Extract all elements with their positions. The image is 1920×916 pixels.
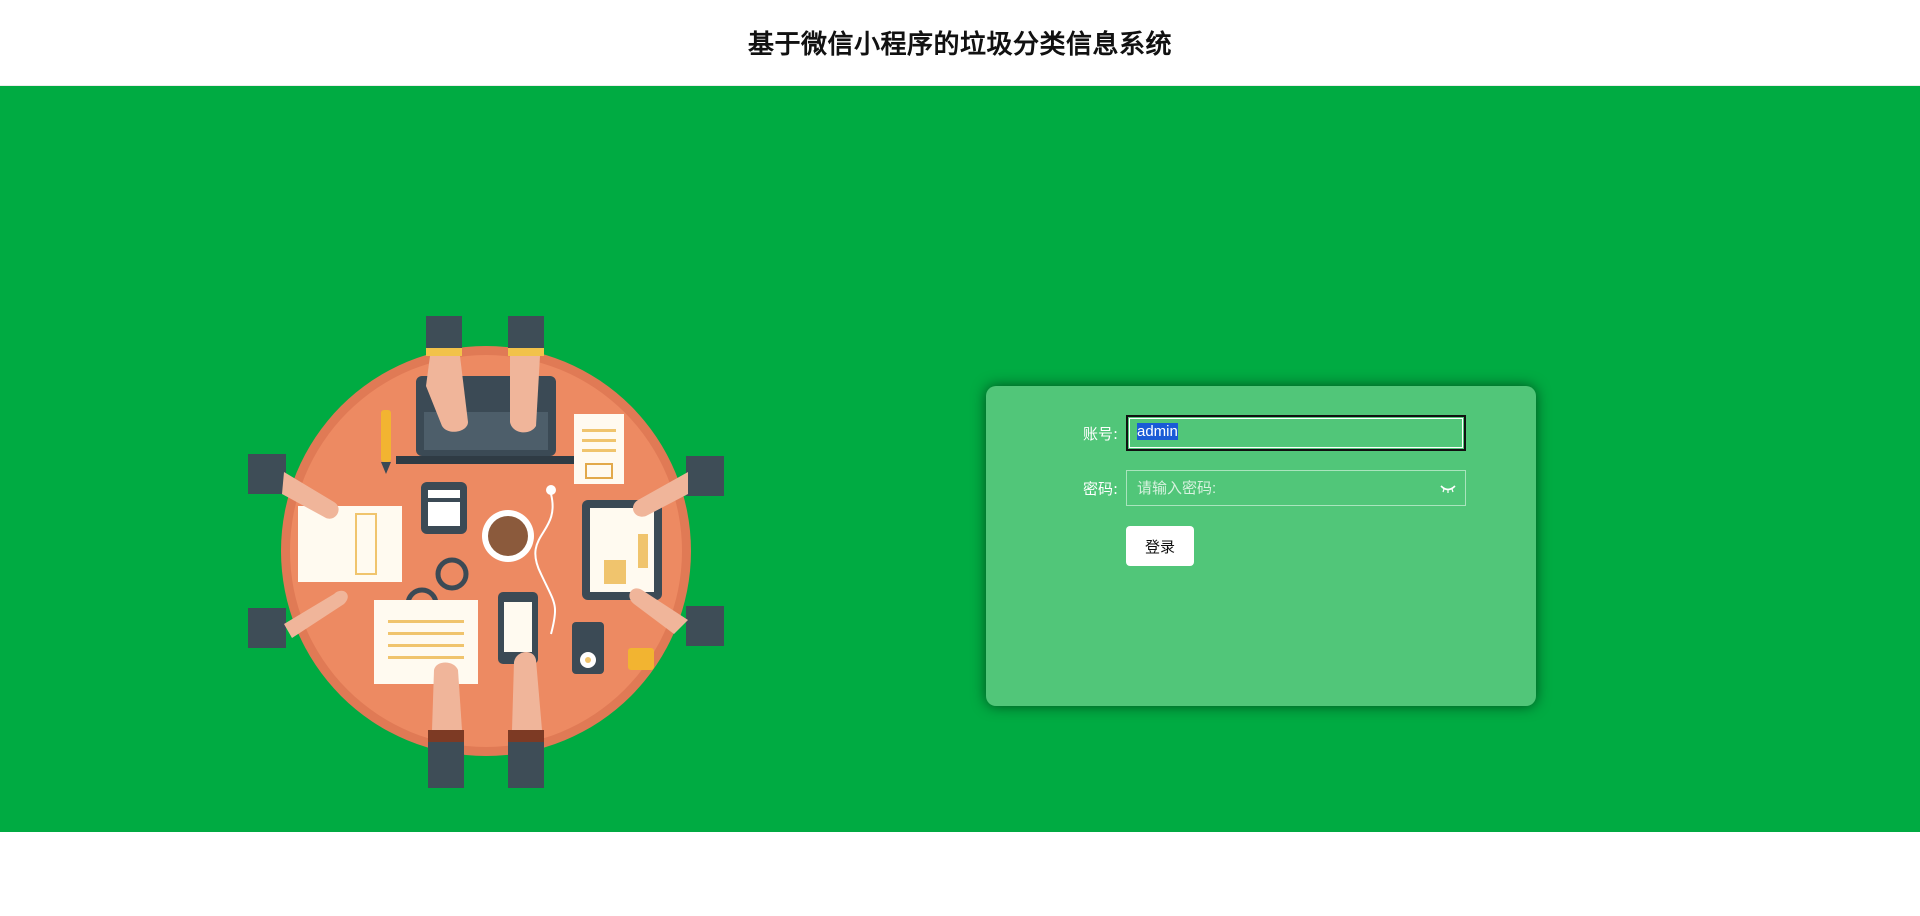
login-card: 账号: admin 密码: 登录: [986, 386, 1536, 706]
team-meeting-illustration: [248, 316, 724, 788]
account-label: 账号:: [1082, 424, 1118, 443]
account-row: 账号: admin: [986, 415, 1466, 451]
top-header: 基于微信小程序的垃圾分类信息系统: [0, 0, 1920, 86]
password-field-wrap: [1126, 470, 1466, 506]
account-field-wrap: admin: [1126, 415, 1466, 451]
account-input[interactable]: [1126, 415, 1466, 451]
page-title: 基于微信小程序的垃圾分类信息系统: [747, 30, 1172, 60]
password-label: 密码:: [1082, 479, 1118, 498]
eye-closed-icon[interactable]: [1440, 482, 1456, 494]
password-input[interactable]: [1126, 470, 1466, 506]
password-row: 密码:: [986, 470, 1466, 506]
login-button[interactable]: 登录: [1126, 526, 1194, 566]
hero-banner: 账号: admin 密码: 登录: [0, 86, 1920, 832]
